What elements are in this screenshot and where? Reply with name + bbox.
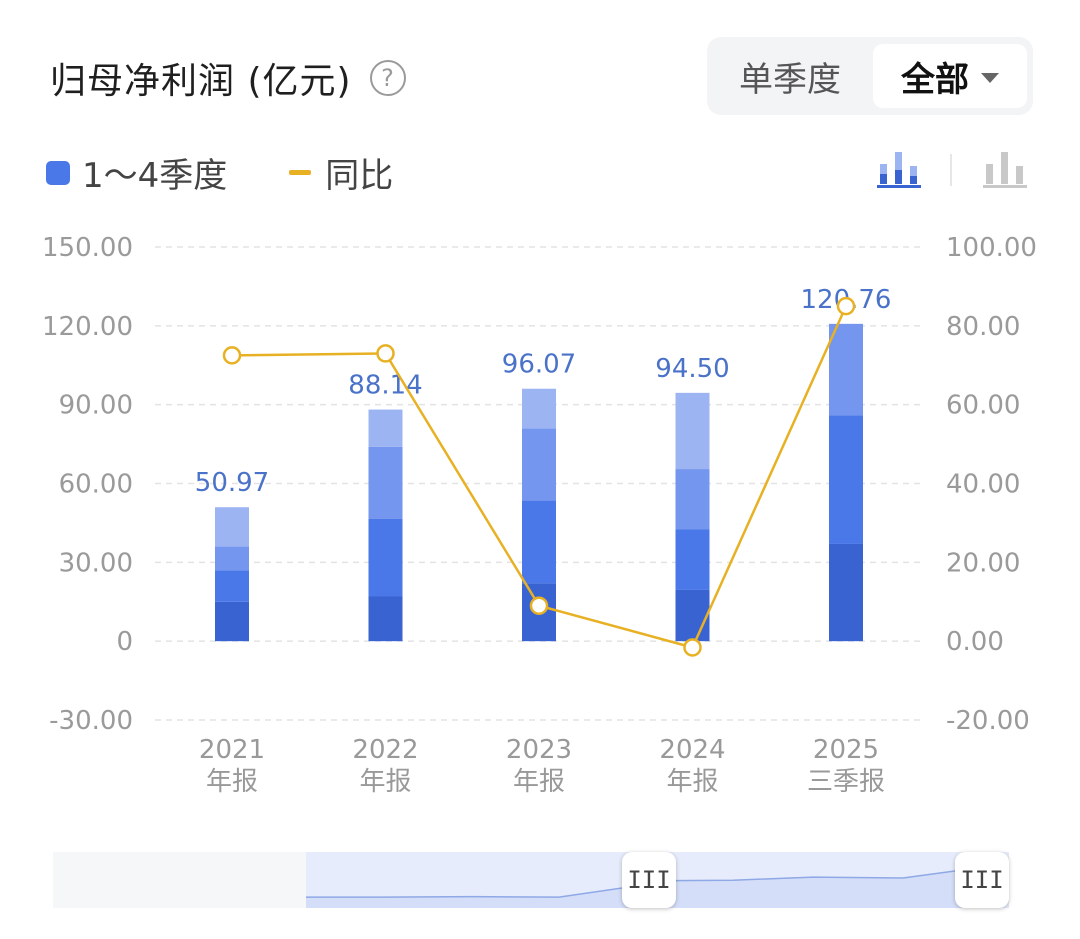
x-axis-category-label: 2021 (199, 735, 265, 765)
help-icon[interactable]: ? (369, 60, 406, 96)
bar-segment (368, 446, 403, 519)
bar-segment (215, 507, 249, 547)
legend-bars-label[interactable]: 1～4季度 (82, 148, 227, 197)
bar-segment (215, 601, 249, 642)
bar-segment (829, 323, 863, 416)
x-axis-category-label: 2025 (813, 735, 879, 765)
right-axis-tick-label: 40.00 (946, 470, 1020, 500)
bar-segment (215, 570, 249, 602)
bar-segment (368, 409, 403, 447)
legend-line-label[interactable]: 同比 (325, 148, 393, 197)
bar-total-label: 50.97 (195, 468, 269, 498)
right-axis-tick-label: -20.00 (946, 706, 1030, 736)
bar-segment (522, 428, 556, 501)
right-axis-tick-label: 60.00 (946, 391, 1020, 421)
page-title: 归母净利润 (亿元) (50, 61, 352, 102)
legend-bar-swatch (46, 160, 70, 185)
bar-total-label: 94.50 (655, 354, 729, 384)
x-axis-category-label: 年报 (666, 767, 718, 797)
bar-segment (522, 500, 556, 584)
legend-line-swatch (289, 170, 312, 175)
bar-segment (829, 415, 863, 544)
bar-segment (675, 589, 710, 642)
toggle-all-label: 全部 (901, 59, 969, 100)
x-axis-category-label: 2024 (659, 735, 725, 765)
scroller-handle-right[interactable]: III (955, 852, 1009, 908)
left-axis-tick-label: 120.00 (42, 312, 133, 342)
x-axis-category-label: 三季报 (807, 767, 885, 797)
right-axis-tick-label: 100.00 (946, 233, 1037, 263)
bar-segment (675, 469, 710, 530)
chevron-down-icon (981, 73, 999, 83)
bar-segment (829, 543, 863, 642)
bar-segment (675, 392, 710, 470)
period-toggle[interactable]: 单季度 全部 (707, 37, 1033, 115)
left-axis-tick-label: 150.00 (42, 233, 133, 263)
range-scroller[interactable] (53, 852, 1009, 908)
left-axis-tick-label: 0 (116, 627, 133, 657)
profit-chart: 150.00 100.00 120.00 80.00 90.00 60.00 60.00 40… (42, 233, 1037, 797)
x-axis-category-label: 年报 (513, 767, 565, 797)
yoy-point (836, 296, 856, 316)
x-axis-category-label: 2023 (506, 735, 572, 765)
toggle-single-quarter[interactable]: 单季度 (707, 52, 867, 101)
yoy-point (222, 346, 242, 365)
view-separator (950, 154, 952, 186)
left-axis-tick-label: 90.00 (59, 391, 133, 421)
left-axis-tick-label: 60.00 (59, 470, 133, 500)
x-axis-category-label: 2022 (352, 735, 418, 765)
bar-segment (368, 518, 403, 597)
x-axis-category-label: 年报 (359, 767, 411, 797)
chart-title-row: 归母净利润 (亿元) ? (50, 52, 406, 104)
left-axis-tick-label: 30.00 (59, 548, 133, 578)
right-axis-tick-label: 80.00 (946, 312, 1020, 342)
toggle-all-dropdown[interactable]: 全部 (873, 44, 1027, 108)
bar-chart-view-icon[interactable] (876, 148, 922, 188)
yoy-point (683, 638, 702, 657)
yoy-point (376, 344, 395, 363)
x-axis-category-label: 年报 (206, 767, 258, 797)
right-axis-tick-label: 20.00 (946, 548, 1020, 578)
bar-total-label: 96.07 (502, 350, 576, 380)
left-axis-tick-label: -30.00 (49, 706, 133, 736)
bar-segment (522, 388, 556, 429)
scroller-handle-left[interactable]: III (622, 852, 676, 908)
yoy-point (529, 596, 549, 615)
scroller-preview (306, 852, 1009, 908)
bar-segment (675, 529, 710, 590)
chart-legend: 1～4季度 同比 (46, 148, 393, 197)
bar-segment (215, 546, 249, 571)
stacked-chart-view-icon[interactable] (982, 148, 1028, 188)
bar-segment (368, 596, 403, 642)
right-axis-tick-label: 0.00 (946, 627, 1004, 657)
